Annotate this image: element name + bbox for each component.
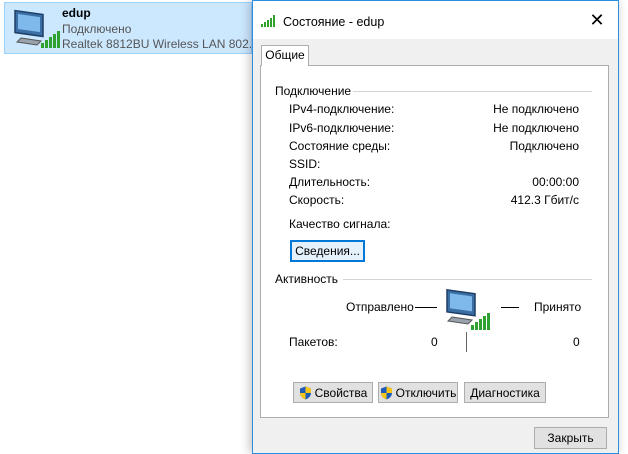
sent-label: Отправлено bbox=[346, 300, 414, 314]
packets-separator bbox=[466, 332, 467, 352]
row-ssid: SSID: bbox=[289, 157, 579, 173]
duration-label: Длительность: bbox=[289, 175, 371, 189]
ipv4-label: IPv4-подключение: bbox=[289, 102, 395, 116]
row-signal-quality: Качество сигнала: bbox=[289, 217, 579, 233]
row-ipv4: IPv4-подключение: Не подключено bbox=[289, 102, 579, 118]
row-duration: Длительность: 00:00:00 bbox=[289, 175, 579, 191]
title-bar[interactable]: Состояние - edup ✕ bbox=[253, 1, 618, 39]
ssid-label: SSID: bbox=[289, 157, 321, 171]
received-label: Принято bbox=[534, 300, 582, 314]
disable-button[interactable]: Отключить bbox=[378, 382, 458, 403]
admin-shield-icon bbox=[299, 386, 311, 399]
activity-divider bbox=[343, 279, 592, 280]
media-state-value: Подключено bbox=[509, 139, 579, 153]
sent-dash bbox=[415, 307, 437, 308]
adapter-device: Realtek 8812BU Wireless LAN 802.... bbox=[62, 37, 263, 51]
connection-divider bbox=[353, 91, 592, 92]
row-speed: Скорость: 412.3 Гбит/с bbox=[289, 193, 579, 209]
properties-label: Свойства bbox=[314, 385, 368, 400]
status-dialog: Состояние - edup ✕ Общие Подключение IPv… bbox=[252, 0, 619, 454]
adapter-status: Подключено bbox=[62, 21, 132, 36]
network-activity-icon bbox=[446, 288, 490, 330]
network-adapter-item[interactable]: edup Подключено Realtek 8812BU Wireless … bbox=[4, 2, 262, 54]
diagnose-button[interactable]: Диагностика bbox=[464, 382, 546, 403]
adapter-name: edup bbox=[62, 6, 91, 20]
signal-quality-label: Качество сигнала: bbox=[289, 217, 391, 231]
row-ipv6: IPv6-подключение: Не подключено bbox=[289, 121, 579, 137]
disable-label: Отключить bbox=[395, 385, 457, 400]
speed-label: Скорость: bbox=[289, 193, 345, 207]
activity-heading: Активность bbox=[275, 272, 343, 286]
properties-button[interactable]: Свойства bbox=[293, 382, 373, 403]
dialog-title: Состояние - edup bbox=[283, 15, 385, 29]
details-button[interactable]: Сведения... bbox=[290, 240, 365, 262]
close-icon[interactable]: ✕ bbox=[576, 1, 618, 39]
speed-value: 412.3 Гбит/с bbox=[510, 193, 579, 207]
connection-heading: Подключение bbox=[275, 84, 356, 98]
packets-received-value: 0 bbox=[573, 335, 580, 349]
ipv6-label: IPv6-подключение: bbox=[289, 121, 395, 135]
general-panel: Подключение IPv4-подключение: Не подключ… bbox=[260, 65, 609, 418]
media-state-label: Состояние среды: bbox=[289, 139, 391, 153]
ipv4-value: Не подключено bbox=[493, 102, 579, 116]
received-dash bbox=[501, 307, 519, 308]
close-button[interactable]: Закрыть bbox=[534, 427, 607, 449]
row-media-state: Состояние среды: Подключено bbox=[289, 139, 579, 155]
network-adapter-icon bbox=[14, 9, 60, 48]
ipv6-value: Не подключено bbox=[493, 121, 579, 135]
signal-strength-icon bbox=[261, 15, 275, 27]
packets-sent-value: 0 bbox=[431, 335, 438, 349]
tab-general[interactable]: Общие bbox=[261, 45, 309, 66]
packets-label: Пакетов: bbox=[289, 335, 338, 349]
duration-value: 00:00:00 bbox=[532, 175, 579, 189]
admin-shield-icon bbox=[380, 386, 392, 399]
